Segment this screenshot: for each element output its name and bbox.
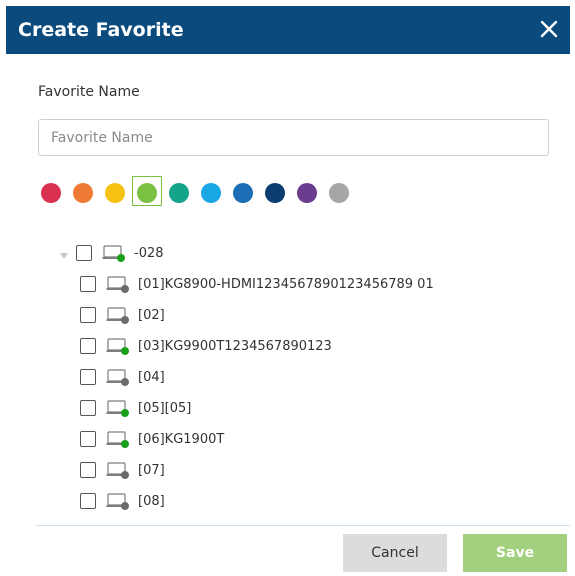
tree-child-row[interactable]: [07] [80, 459, 165, 481]
color-swatch-4[interactable] [137, 183, 157, 203]
tree-root-row[interactable]: -028 [59, 242, 164, 264]
device-icon [102, 243, 126, 263]
tree-checkbox[interactable] [80, 493, 96, 509]
tree-child-row[interactable]: [03]KG9900T1234567890123 [80, 335, 332, 357]
tree-child-row[interactable]: [05][05] [80, 397, 191, 419]
cancel-button[interactable]: Cancel [343, 534, 447, 572]
device-icon [106, 305, 130, 325]
tree-checkbox[interactable] [80, 307, 96, 323]
tree-child-row[interactable]: [08] [80, 490, 165, 512]
device-icon [106, 398, 130, 418]
color-swatch-10[interactable] [329, 183, 349, 203]
tree-checkbox[interactable] [80, 369, 96, 385]
color-swatch-8[interactable] [265, 183, 285, 203]
device-icon [106, 274, 130, 294]
tree-child-row[interactable]: [04] [80, 366, 165, 388]
tree-item-label: [02] [138, 307, 165, 323]
dialog-title: Create Favorite [18, 19, 184, 41]
color-swatch-3[interactable] [105, 183, 125, 203]
color-swatch-5[interactable] [169, 183, 189, 203]
device-icon [106, 491, 130, 511]
tree-checkbox[interactable] [80, 400, 96, 416]
tree-item-label: [01]KG8900-HDMI1234567890123456789 01 [138, 276, 434, 292]
save-button[interactable]: Save [463, 534, 567, 572]
tree-root-label: -028 [134, 245, 164, 261]
color-swatch-2[interactable] [73, 183, 93, 203]
tree-checkbox[interactable] [80, 338, 96, 354]
color-swatch-9[interactable] [297, 183, 317, 203]
tree-item-label: [07] [138, 462, 165, 478]
device-icon [106, 429, 130, 449]
create-favorite-dialog: Create Favorite Favorite Name -028 [01]KG… [6, 6, 570, 572]
tree-item-label: [05][05] [138, 400, 192, 416]
tree-child-row[interactable]: [02] [80, 304, 165, 326]
tree-item-label: [03]KG9900T1234567890123 [138, 338, 332, 354]
tree-item-label: [08] [138, 493, 165, 509]
tree-checkbox[interactable] [80, 462, 96, 478]
tree-item-label: [04] [138, 369, 165, 385]
tree-child-row[interactable]: [01]KG8900-HDMI1234567890123456789 01 [80, 273, 434, 295]
device-icon [106, 367, 130, 387]
tree-checkbox[interactable] [80, 276, 96, 292]
favorite-name-label: Favorite Name [38, 84, 140, 100]
tree-checkbox[interactable] [80, 431, 96, 447]
device-icon [106, 460, 130, 480]
tree-child-row[interactable]: [06]KG1900T [80, 428, 224, 450]
color-swatch-6[interactable] [201, 183, 221, 203]
device-icon [106, 336, 130, 356]
footer-divider [36, 525, 570, 526]
tree-item-label: [06]KG1900T [138, 431, 225, 447]
color-swatch-1[interactable] [41, 183, 61, 203]
expand-arrow-icon[interactable] [59, 248, 69, 259]
favorite-name-input[interactable] [38, 119, 549, 156]
tree-checkbox[interactable] [76, 245, 92, 261]
dialog-header: Create Favorite [6, 6, 570, 54]
close-icon[interactable] [536, 16, 562, 42]
color-swatch-7[interactable] [233, 183, 253, 203]
